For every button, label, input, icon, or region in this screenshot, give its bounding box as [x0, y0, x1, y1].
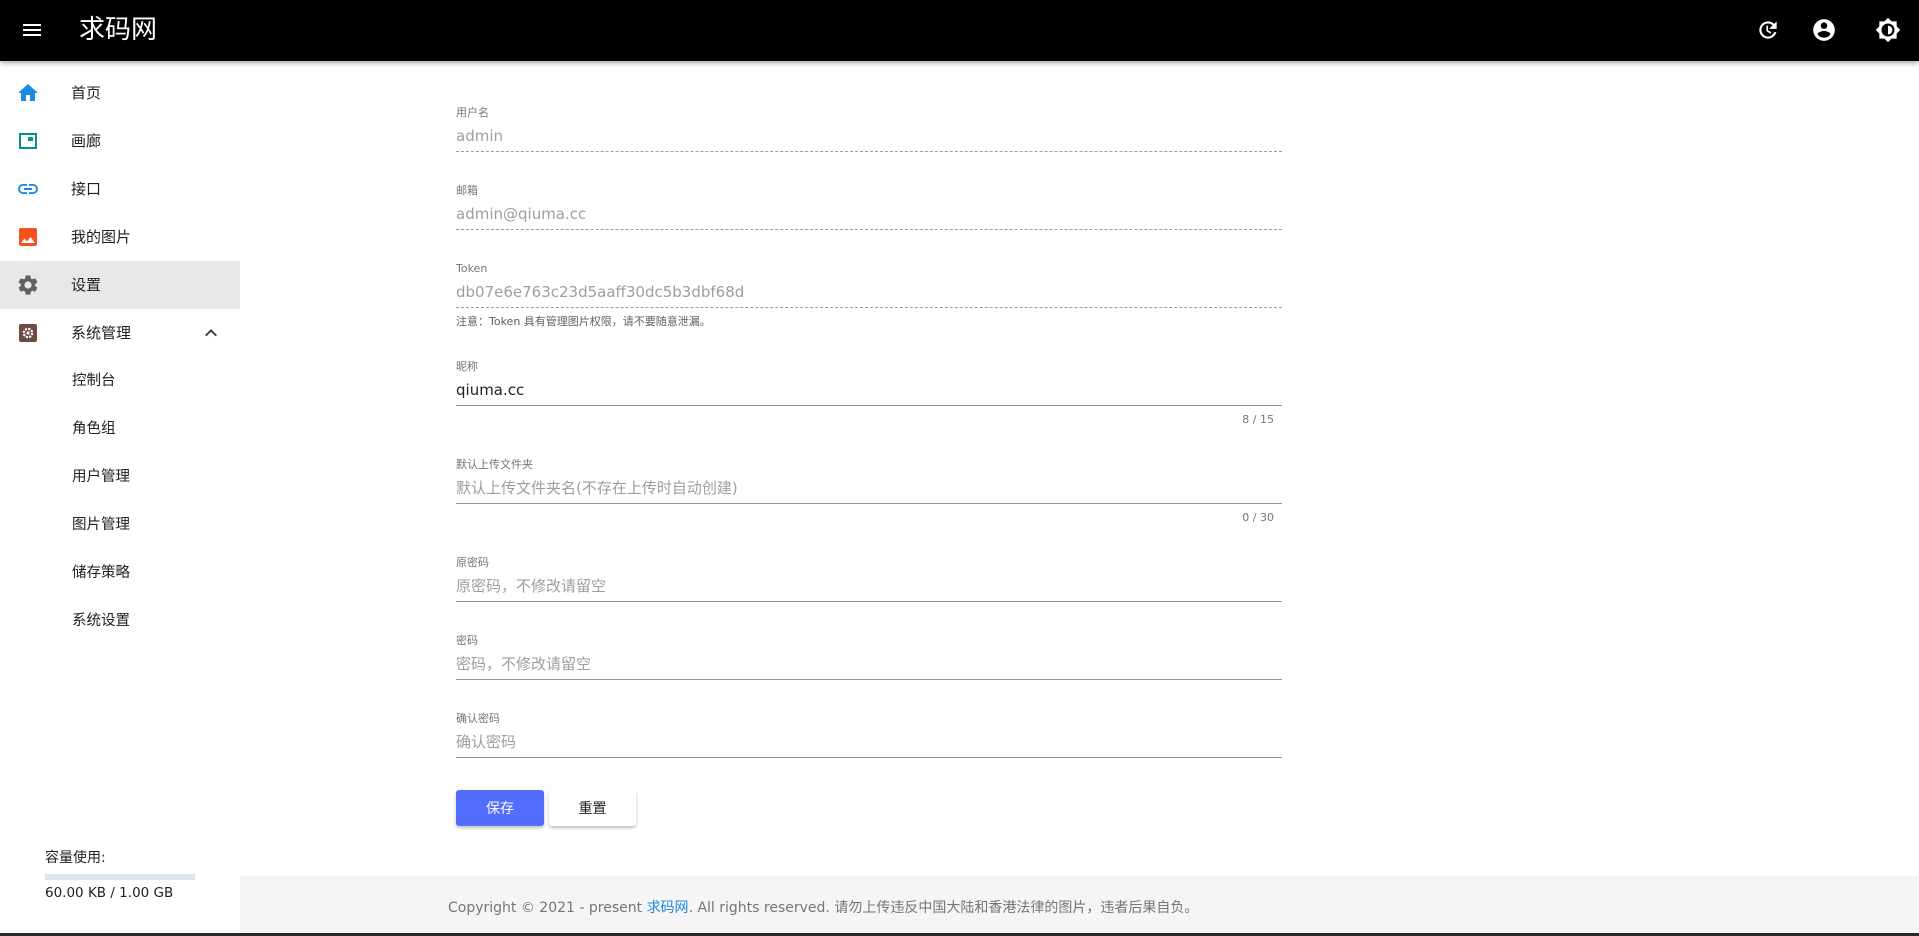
default-folder-label: 默认上传文件夹 — [456, 458, 533, 471]
field-underline — [456, 151, 1282, 152]
username-value: admin — [456, 127, 503, 145]
footer-prefix: Copyright © 2021 - present — [448, 900, 647, 916]
chevron-up-icon[interactable] — [199, 321, 223, 345]
sidebar-subitem-images[interactable]: 图片管理 — [0, 501, 240, 549]
app-title: 求码网 — [79, 15, 158, 45]
sidebar-item-label: 我的图片 — [71, 228, 132, 246]
nickname-counter: 8 / 15 — [1242, 413, 1274, 426]
refresh-icon[interactable] — [1755, 17, 1781, 43]
nickname-input[interactable] — [456, 378, 1282, 402]
sidebar-subitem-roles[interactable]: 角色组 — [0, 405, 240, 453]
brightness-icon[interactable] — [1875, 17, 1901, 43]
old-password-label: 原密码 — [456, 556, 489, 569]
footer-copyright: Copyright © 2021 - present 求码网. All righ… — [448, 897, 1198, 917]
save-button[interactable]: 保存 — [456, 790, 544, 826]
gear-icon — [16, 273, 40, 297]
sidebar-item-settings[interactable]: 设置 — [0, 261, 240, 309]
field-underline — [456, 679, 1282, 680]
field-underline — [456, 229, 1282, 230]
storage-progress-bar — [45, 874, 195, 880]
username-label: 用户名 — [456, 106, 489, 119]
sidebar-subitem-users[interactable]: 用户管理 — [0, 453, 240, 501]
sidebar-item-label: 系统管理 — [71, 324, 132, 342]
email-value: admin@qiuma.cc — [456, 205, 587, 223]
field-underline — [456, 307, 1282, 308]
account-circle-icon[interactable] — [1811, 17, 1837, 43]
sidebar-subitem-label: 控制台 — [72, 373, 116, 389]
password-input[interactable] — [456, 652, 1282, 676]
gallery-icon — [16, 129, 40, 153]
reset-button[interactable]: 重置 — [549, 790, 636, 826]
password-label: 密码 — [456, 634, 478, 647]
field-underline — [456, 757, 1282, 758]
sidebar-item-home[interactable]: 首页 — [0, 69, 240, 117]
sidebar-subitem-label: 储存策略 — [72, 565, 130, 581]
link-icon — [16, 177, 40, 201]
image-icon — [16, 225, 40, 249]
sidebar: 首页 画廊 接口 我的图片 设置 系统管理 控制台 角色组 用户管理 图片管理 … — [0, 61, 240, 936]
sidebar-subitem-console[interactable]: 控制台 — [0, 357, 240, 405]
old-password-input[interactable] — [456, 574, 1282, 598]
token-label: Token — [456, 262, 488, 275]
default-folder-input[interactable] — [456, 476, 1282, 500]
storage-title: 容量使用: — [45, 850, 106, 866]
storage-usage-text: 60.00 KB / 1.00 GB — [45, 885, 174, 901]
sidebar-item-my-images[interactable]: 我的图片 — [0, 213, 240, 261]
sidebar-subitem-system-settings[interactable]: 系统设置 — [0, 597, 240, 645]
sidebar-item-api[interactable]: 接口 — [0, 165, 240, 213]
field-underline — [456, 601, 1282, 602]
home-icon — [16, 81, 40, 105]
system-icon — [16, 321, 40, 345]
nickname-label: 昵称 — [456, 360, 478, 373]
default-folder-counter: 0 / 30 — [1242, 511, 1274, 524]
sidebar-subitem-label: 图片管理 — [72, 517, 130, 533]
sidebar-subitem-label: 用户管理 — [72, 469, 130, 485]
sidebar-item-system-admin[interactable]: 系统管理 — [0, 309, 240, 357]
sidebar-item-label: 首页 — [71, 84, 102, 102]
field-underline — [456, 503, 1282, 504]
footer: Copyright © 2021 - present 求码网. All righ… — [240, 876, 1919, 936]
sidebar-item-gallery[interactable]: 画廊 — [0, 117, 240, 165]
token-value: db07e6e763c23d5aaff30dc5b3dbf68d — [456, 283, 745, 301]
sidebar-item-label: 接口 — [71, 180, 102, 198]
sidebar-item-label: 画廊 — [71, 132, 102, 150]
confirm-password-input[interactable] — [456, 730, 1282, 754]
sidebar-subitem-label: 角色组 — [72, 421, 116, 437]
storage-usage: 容量使用: 60.00 KB / 1.00 GB — [45, 848, 205, 901]
token-hint: 注意：Token 具有管理图片权限，请不要随意泄漏。 — [456, 315, 711, 328]
footer-site-link[interactable]: 求码网 — [647, 900, 689, 916]
sidebar-item-label: 设置 — [71, 276, 102, 294]
field-underline — [456, 405, 1282, 406]
footer-suffix: . All rights reserved. 请勿上传违反中国大陆和香港法律的图… — [688, 900, 1199, 916]
confirm-password-label: 确认密码 — [456, 712, 500, 725]
menu-icon[interactable] — [20, 18, 44, 42]
app-bar: 求码网 — [0, 0, 1919, 61]
sidebar-subitem-storage-policy[interactable]: 储存策略 — [0, 549, 240, 597]
sidebar-subitem-label: 系统设置 — [72, 613, 130, 629]
email-label: 邮箱 — [456, 184, 478, 197]
